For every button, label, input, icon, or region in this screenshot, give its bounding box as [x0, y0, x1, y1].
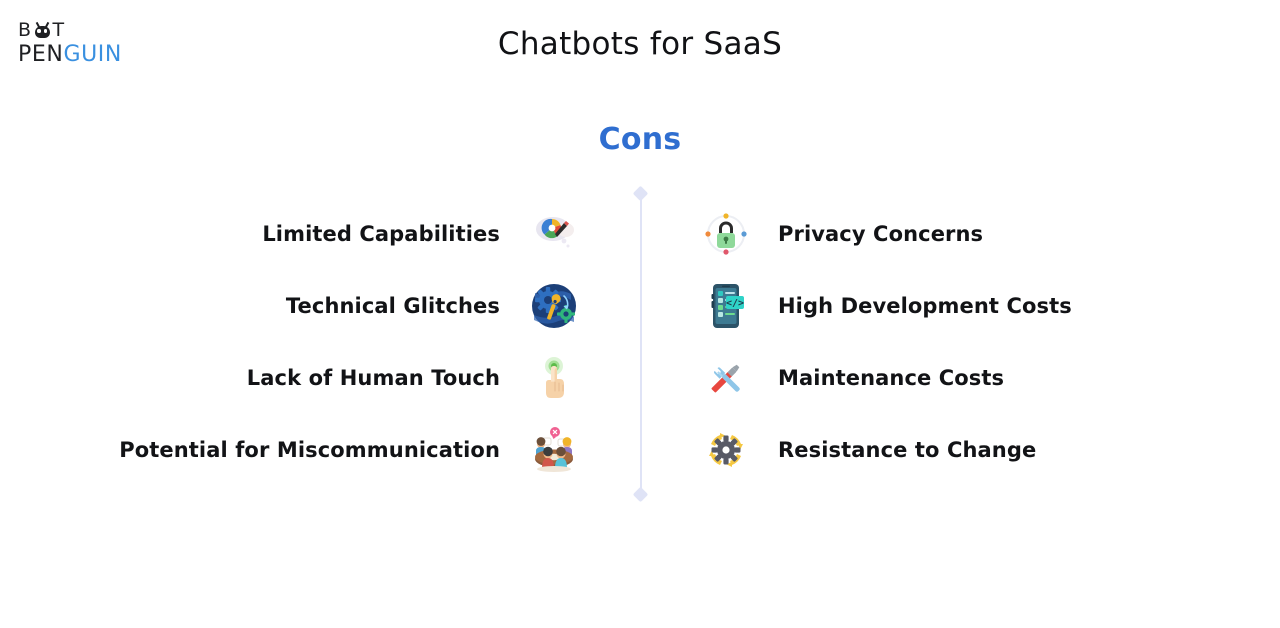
list-item-label: Potential for Miscommunication [119, 438, 500, 462]
meeting-table-people-icon [528, 424, 580, 476]
list-item-label: Lack of Human Touch [246, 366, 500, 390]
cons-list-right: Privacy Concerns </> High Development Co… [700, 206, 1220, 494]
thought-bubble-chart-icon [528, 208, 580, 260]
divider-line [639, 194, 642, 494]
list-item-label: Resistance to Change [778, 438, 1037, 462]
list-item[interactable]: </> High Development Costs [700, 278, 1220, 334]
divider-cap-bottom-icon [632, 486, 649, 503]
gear-arrows-icon [700, 424, 752, 476]
page-title: Chatbots for SaaS [497, 26, 783, 62]
list-item-label: Technical Glitches [285, 294, 500, 318]
list-item-label: Maintenance Costs [778, 366, 1005, 390]
list-item-label: Privacy Concerns [778, 222, 984, 246]
section-heading-cons: Cons [598, 122, 682, 157]
list-item[interactable]: Technical Glitches [60, 278, 580, 334]
list-item[interactable]: Potential for Miscommunication [60, 422, 580, 478]
list-item[interactable]: Privacy Concerns [700, 206, 1220, 262]
wrench-screwdriver-icon [700, 352, 752, 404]
list-item[interactable]: Limited Capabilities [60, 206, 580, 262]
center-divider [632, 185, 649, 503]
globe-gears-wrench-icon [528, 280, 580, 332]
phone-code-icon: </> [700, 280, 752, 332]
list-item-label: High Development Costs [778, 294, 1072, 318]
list-item[interactable]: Resistance to Change [700, 422, 1220, 478]
pointing-finger-touch-icon [528, 352, 580, 404]
svg-text:</>: </> [726, 298, 744, 309]
list-item-label: Limited Capabilities [262, 222, 500, 246]
list-item[interactable]: Maintenance Costs [700, 350, 1220, 406]
cons-list-left: Limited Capabilities Technical Glitches [60, 206, 580, 494]
padlock-orbit-icon [700, 208, 752, 260]
list-item[interactable]: Lack of Human Touch [60, 350, 580, 406]
